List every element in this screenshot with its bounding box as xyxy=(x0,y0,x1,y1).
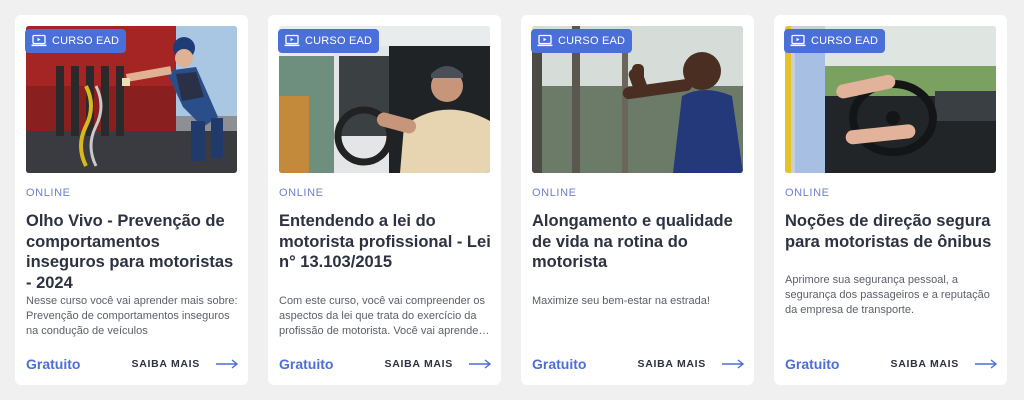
course-mode: ONLINE xyxy=(532,187,577,199)
arrow-right-icon xyxy=(216,359,239,369)
saiba-mais-link[interactable]: SAIBA MAIS xyxy=(385,358,492,370)
arrow-right-icon xyxy=(469,359,492,369)
laptop-icon xyxy=(31,34,47,47)
course-type-badge: CURSO EAD xyxy=(531,29,633,53)
course-price: Gratuito xyxy=(26,356,81,372)
course-card[interactable]: CURSO EAD ONLINE Noções de direção segur… xyxy=(774,15,1007,385)
course-title[interactable]: Alongamento e qualidade de vida na rotin… xyxy=(532,211,747,273)
badge-label: CURSO EAD xyxy=(305,35,373,47)
saiba-mais-label: SAIBA MAIS xyxy=(384,358,453,370)
course-description: Com este curso, você vai compreender os … xyxy=(279,295,486,337)
badge-label: CURSO EAD xyxy=(558,35,626,47)
course-card[interactable]: CURSO EAD ONLINE Olho Vivo - Prevenção d… xyxy=(15,15,248,385)
course-description: Maximize seu bem-estar na estrada! xyxy=(532,295,710,307)
course-description: Aprimore sua segurança pessoal, a segura… xyxy=(785,274,990,316)
course-mode: ONLINE xyxy=(26,187,71,199)
laptop-icon xyxy=(284,34,300,47)
laptop-icon xyxy=(537,34,553,47)
saiba-mais-link[interactable]: SAIBA MAIS xyxy=(891,358,998,370)
saiba-mais-label: SAIBA MAIS xyxy=(637,358,706,370)
course-mode: ONLINE xyxy=(279,187,324,199)
course-price: Gratuito xyxy=(785,356,840,372)
course-grid: CURSO EAD ONLINE Olho Vivo - Prevenção d… xyxy=(15,15,1007,385)
saiba-mais-label: SAIBA MAIS xyxy=(131,358,200,370)
badge-label: CURSO EAD xyxy=(52,35,120,47)
badge-label: CURSO EAD xyxy=(811,35,879,47)
course-price: Gratuito xyxy=(279,356,334,372)
course-card[interactable]: CURSO EAD ONLINE Alongamento e qualidade… xyxy=(521,15,754,385)
course-type-badge: CURSO EAD xyxy=(278,29,380,53)
course-type-badge: CURSO EAD xyxy=(25,29,127,53)
course-title[interactable]: Olho Vivo - Prevenção de comportamentos … xyxy=(26,211,241,293)
course-price: Gratuito xyxy=(532,356,587,372)
course-type-badge: CURSO EAD xyxy=(784,29,886,53)
saiba-mais-label: SAIBA MAIS xyxy=(890,358,959,370)
course-title[interactable]: Entendendo a lei do motorista profission… xyxy=(279,211,494,273)
course-title[interactable]: Noções de direção segura para motoristas… xyxy=(785,211,1000,252)
course-description: Nesse curso você vai aprender mais sobre… xyxy=(26,295,238,337)
arrow-right-icon xyxy=(722,359,745,369)
course-mode: ONLINE xyxy=(785,187,830,199)
laptop-icon xyxy=(790,34,806,47)
course-card[interactable]: CURSO EAD ONLINE Entendendo a lei do mot… xyxy=(268,15,501,385)
saiba-mais-link[interactable]: SAIBA MAIS xyxy=(132,358,239,370)
saiba-mais-link[interactable]: SAIBA MAIS xyxy=(638,358,745,370)
arrow-right-icon xyxy=(975,359,998,369)
